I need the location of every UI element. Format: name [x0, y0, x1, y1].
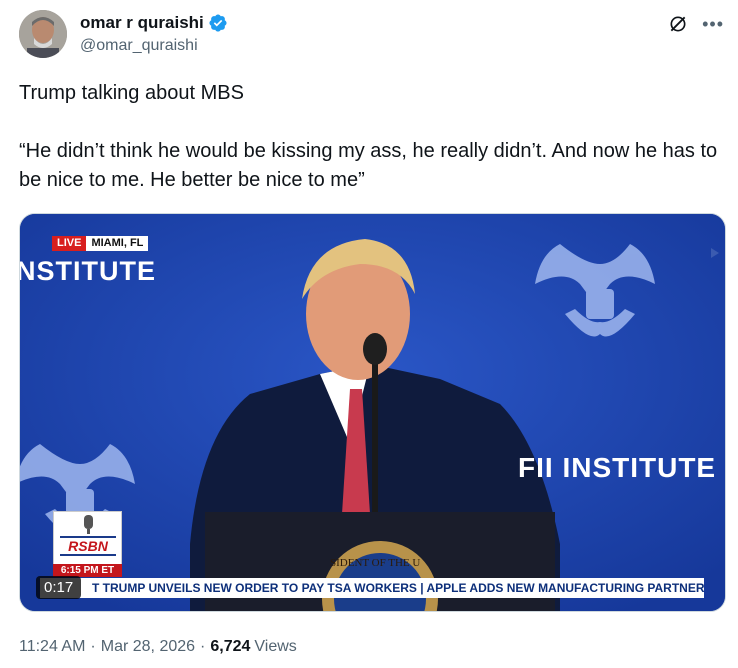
views-count[interactable]: 6,724 — [210, 638, 250, 656]
separator: · — [90, 638, 96, 655]
pip-icon[interactable] — [711, 248, 719, 258]
live-badge: LIVE MIAMI, FL — [52, 236, 149, 251]
seal-text: SIDENT OF THE U — [330, 557, 420, 569]
tweet-date[interactable]: Mar 28, 2026 — [101, 638, 195, 656]
live-label: LIVE — [52, 236, 87, 251]
tweet-time[interactable]: 11:24 AM — [19, 638, 85, 656]
location-label: MIAMI, FL — [86, 236, 149, 251]
video-timer: 0:17 — [36, 576, 82, 599]
channel-name: RSBN — [60, 536, 116, 556]
author-block: omar r quraishi @omar_quraishi — [80, 12, 228, 55]
tweet-text: Trump talking about MBS “He didn’t think… — [19, 82, 718, 191]
institute-logo-right: FII INSTITUTE — [518, 452, 717, 483]
microphone-icon — [84, 515, 93, 534]
views-label: Views — [254, 638, 297, 655]
video-player[interactable]: SIDENT OF THE U LIVE MIAMI, FL NSTITUTE … — [19, 213, 726, 612]
verified-badge-icon — [209, 14, 227, 32]
tweet-actions-top: ••• — [668, 14, 724, 34]
separator: · — [200, 638, 206, 655]
author-name[interactable]: omar r quraishi — [80, 13, 204, 33]
tweet-meta: 11:24 AM · Mar 28, 2026 · 6,724 Views — [19, 638, 297, 656]
avatar[interactable] — [19, 10, 67, 58]
more-icon[interactable]: ••• — [702, 14, 724, 34]
grok-icon[interactable] — [668, 14, 688, 34]
institute-logo-left: NSTITUTE — [19, 256, 156, 286]
news-ticker: T TRUMP UNVEILS NEW ORDER TO PAY TSA WOR… — [40, 578, 704, 598]
author-handle[interactable]: @omar_quraishi — [80, 37, 228, 55]
